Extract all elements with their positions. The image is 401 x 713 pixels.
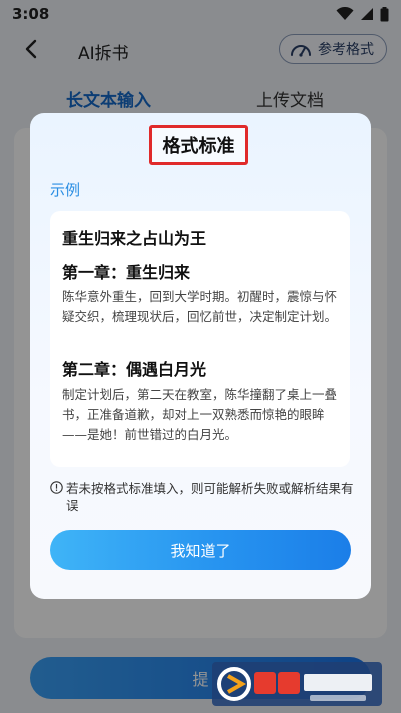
example-chapter-1-text: 陈华意外重生，回到大学时期。初醒时，震惊与怀疑交织，梳理现状后，回忆前世，决定制… [62,289,338,324]
info-icon [50,481,63,494]
site-watermark-logo [212,662,382,706]
dialog-title: 格式标准 [162,136,235,157]
example-chapter-2-title: 第二章：偶遇白月光 [62,360,207,379]
format-warning: 若未按格式标准填入，则可能解析失败或解析结果有误 [50,480,354,514]
example-card: 重生归来之占山为王 第一章：重生归来 陈华意外重生，回到大学时期。初醒时，震惊与… [50,211,350,467]
example-book-title: 重生归来之占山为王 [62,229,207,248]
dialog-title-highlight: 格式标准 [149,125,248,165]
example-chapter-2-text: 制定计划后，第二天在教室，陈华撞翻了桌上一叠书，正准备道歉，却对上一双熟悉而惊艳… [62,387,338,442]
example-chapter-1-title: 第一章：重生归来 [62,263,191,282]
format-standard-dialog: 格式标准 示例 重生归来之占山为王 第一章：重生归来 陈华意外重生，回到大学时期… [30,113,371,599]
got-it-button-label: 我知道了 [170,541,231,560]
got-it-button[interactable]: 我知道了 [50,530,351,570]
warning-text: 若未按格式标准填入，则可能解析失败或解析结果有误 [66,481,354,513]
example-label: 示例 [50,181,81,199]
